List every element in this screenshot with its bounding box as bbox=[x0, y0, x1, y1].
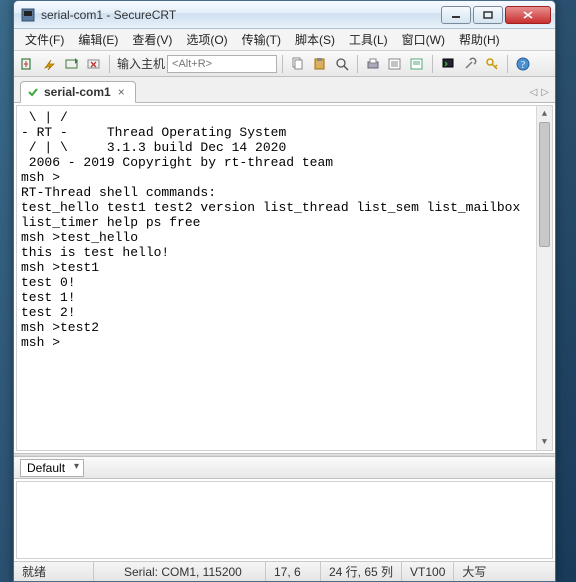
statusbar: 就绪 Serial: COM1, 115200 17, 6 24 行, 65 列… bbox=[14, 561, 555, 581]
session-selected: Default bbox=[27, 461, 65, 475]
tab-prev-icon[interactable]: ◁ bbox=[530, 87, 538, 98]
print-icon[interactable] bbox=[363, 54, 383, 74]
menu-script[interactable]: 脚本(S) bbox=[288, 29, 342, 50]
key-icon[interactable] bbox=[482, 54, 502, 74]
maximize-button[interactable] bbox=[473, 6, 503, 24]
status-cursor: 17, 6 bbox=[266, 562, 321, 581]
find-icon[interactable] bbox=[332, 54, 352, 74]
reconnect-icon[interactable] bbox=[62, 54, 82, 74]
tab-next-icon[interactable]: ▷ bbox=[541, 87, 549, 98]
app-window: serial-com1 - SecureCRT 文件(F) 编辑(E) 查看(V… bbox=[13, 0, 556, 582]
tabstrip: serial-com1 × ◁ ▷ bbox=[14, 77, 555, 103]
menu-options[interactable]: 选项(O) bbox=[179, 29, 234, 50]
menu-help[interactable]: 帮助(H) bbox=[452, 29, 507, 50]
connected-icon bbox=[27, 86, 39, 98]
quick-connect-icon[interactable] bbox=[40, 54, 60, 74]
menubar: 文件(F) 编辑(E) 查看(V) 选项(O) 传输(T) 脚本(S) 工具(L… bbox=[14, 29, 555, 51]
status-size: 24 行, 65 列 bbox=[321, 562, 402, 581]
copy-icon[interactable] bbox=[288, 54, 308, 74]
terminal-output: \ | / - RT - Thread Operating System / |… bbox=[21, 110, 520, 350]
menu-tools[interactable]: 工具(L) bbox=[342, 29, 395, 50]
tab-label: serial-com1 bbox=[44, 85, 111, 99]
run-script-icon[interactable] bbox=[438, 54, 458, 74]
status-ready: 就绪 bbox=[14, 562, 94, 581]
close-button[interactable] bbox=[505, 6, 551, 24]
minimize-button[interactable] bbox=[441, 6, 471, 24]
connect-icon[interactable] bbox=[18, 54, 38, 74]
host-label: 输入主机 bbox=[117, 55, 165, 72]
titlebar[interactable]: serial-com1 - SecureCRT bbox=[14, 1, 555, 29]
menu-window[interactable]: 窗口(W) bbox=[395, 29, 452, 50]
command-input-pane[interactable] bbox=[16, 481, 553, 559]
options-icon[interactable] bbox=[385, 54, 405, 74]
tab-serial-com1[interactable]: serial-com1 × bbox=[20, 81, 136, 103]
status-caps: 大写 bbox=[454, 562, 494, 581]
session-options-icon[interactable] bbox=[407, 54, 427, 74]
status-port: Serial: COM1, 115200 bbox=[116, 562, 266, 581]
menu-file[interactable]: 文件(F) bbox=[18, 29, 71, 50]
window-title: serial-com1 - SecureCRT bbox=[41, 8, 439, 22]
toolbar-separator bbox=[507, 55, 508, 73]
menu-edit[interactable]: 编辑(E) bbox=[71, 29, 125, 50]
scroll-up-icon[interactable]: ▲ bbox=[537, 106, 552, 122]
host-input[interactable] bbox=[167, 55, 277, 73]
session-bar: Default bbox=[14, 457, 555, 479]
terminal-area: \ | / - RT - Thread Operating System / |… bbox=[14, 103, 555, 561]
app-icon bbox=[20, 7, 36, 23]
tools-icon[interactable] bbox=[460, 54, 480, 74]
menu-view[interactable]: 查看(V) bbox=[125, 29, 179, 50]
svg-text:?: ? bbox=[521, 60, 526, 71]
session-select[interactable]: Default bbox=[20, 459, 84, 477]
menu-transfer[interactable]: 传输(T) bbox=[235, 29, 288, 50]
toolbar-separator bbox=[357, 55, 358, 73]
toolbar-separator bbox=[109, 55, 110, 73]
toolbar-separator bbox=[282, 55, 283, 73]
paste-icon[interactable] bbox=[310, 54, 330, 74]
tab-close-button[interactable]: × bbox=[116, 85, 127, 99]
scroll-thumb[interactable] bbox=[539, 122, 550, 247]
toolbar: 输入主机 ? bbox=[14, 51, 555, 77]
disconnect-icon[interactable] bbox=[84, 54, 104, 74]
status-emulation: VT100 bbox=[402, 562, 454, 581]
toolbar-separator bbox=[432, 55, 433, 73]
terminal[interactable]: \ | / - RT - Thread Operating System / |… bbox=[16, 105, 553, 451]
help-icon[interactable]: ? bbox=[513, 54, 533, 74]
terminal-scrollbar[interactable]: ▲▼ bbox=[536, 106, 552, 450]
scroll-down-icon[interactable]: ▼ bbox=[537, 434, 552, 450]
